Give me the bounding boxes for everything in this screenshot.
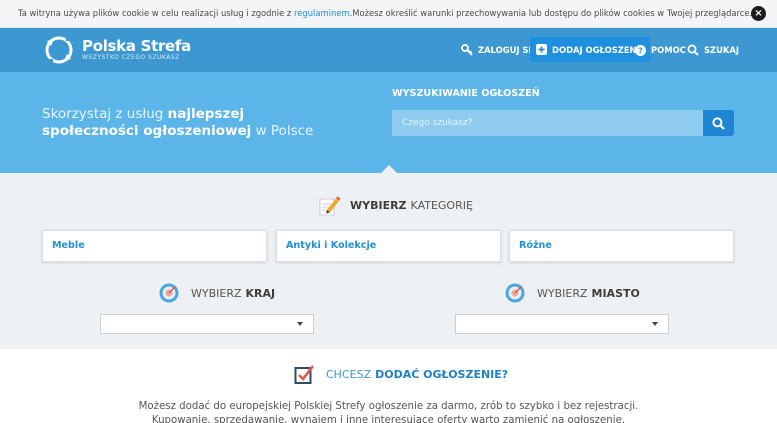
close-icon[interactable]: × xyxy=(751,6,766,21)
help-link[interactable]: ? POMOC xyxy=(635,28,686,72)
city-title: WYBIERZ MIASTO xyxy=(505,283,640,303)
hero-text-part-1: Skorzystaj z usług xyxy=(42,106,168,122)
search-title: WYSZUKIWANIE OGŁOSZEŃ xyxy=(392,88,540,99)
city-title-label: WYBIERZ xyxy=(537,286,588,300)
add-title-part-1: CHCESZ xyxy=(326,368,372,381)
hero-notch xyxy=(381,165,397,173)
search-icon xyxy=(712,116,725,130)
hero: Skorzystaj z usług najlepszej społecznoś… xyxy=(0,72,777,173)
search-input[interactable] xyxy=(392,110,703,136)
add-description-line-2: Kupowanie, sprzedawanie, wynajem i inne … xyxy=(151,415,626,423)
logo[interactable]: Polska Strefa WSZYSTKO CZEGO SZUKASZ xyxy=(42,33,192,67)
search-icon xyxy=(687,44,699,56)
add-title-bold: DODAĆ OGŁOSZENIE? xyxy=(375,368,509,381)
cookie-policy-link[interactable]: regulaminem xyxy=(294,8,350,18)
help-icon: ? xyxy=(635,44,646,56)
category-item-meble[interactable]: Meble xyxy=(42,230,267,262)
chevron-down-icon xyxy=(652,322,658,326)
add-description: Możesz dodać do europejskiej Polskiej St… xyxy=(0,400,777,423)
pencil-icon xyxy=(319,196,341,216)
search-label: SZUKAJ xyxy=(704,45,739,55)
cookie-text-before: Ta witryna używa plików cookie w celu re… xyxy=(18,8,294,18)
category-item-antyki[interactable]: Antyki i Kolekcje xyxy=(276,230,501,262)
location-icon xyxy=(159,283,179,303)
hero-text: Skorzystaj z usług najlepszej społecznoś… xyxy=(42,106,342,140)
country-title-label: WYBIERZ xyxy=(191,286,242,300)
country-title-bold: KRAJ xyxy=(245,286,276,300)
cookie-bar: Ta witryna używa plików cookie w celu re… xyxy=(0,0,777,28)
category-title-rest: KATEGORIĘ xyxy=(410,198,473,212)
key-icon xyxy=(461,44,473,56)
category-item-rozne[interactable]: Różne xyxy=(509,230,734,262)
header: Polska Strefa WSZYSTKO CZEGO SZUKASZ ZAL… xyxy=(0,28,777,72)
cookie-text-after: .Możesz określić warunki przechowywania … xyxy=(349,8,753,18)
add-listing-label: DODAJ OGŁOSZENIE xyxy=(552,44,646,55)
add-listing-title: CHCESZ DODAĆ OGŁOSZENIE? xyxy=(294,364,508,385)
add-description-line-1: Możesz dodać do europejskiej Polskiej St… xyxy=(138,401,639,412)
location-icon xyxy=(505,283,525,303)
category-title-bold: WYBIERZ xyxy=(350,198,407,212)
city-select[interactable] xyxy=(455,314,669,334)
plus-icon xyxy=(536,44,547,55)
chevron-down-icon xyxy=(297,322,303,326)
city-title-bold: MIASTO xyxy=(591,286,640,300)
login-label: ZALOGUJ SIĘ xyxy=(478,45,538,55)
svg-text:?: ? xyxy=(638,46,643,55)
category-title: WYBIERZ KATEGORIĘ xyxy=(319,194,473,216)
logo-tagline: WSZYSTKO CZEGO SZUKASZ xyxy=(82,54,180,61)
country-select[interactable] xyxy=(100,314,314,334)
logo-icon xyxy=(45,35,74,65)
country-title: WYBIERZ KRAJ xyxy=(159,283,275,303)
add-listing-button[interactable]: DODAJ OGŁOSZENIE xyxy=(530,37,651,62)
logo-name: Polska Strefa xyxy=(82,37,191,55)
hero-text-part-2: w Polsce xyxy=(251,123,314,139)
search-link[interactable]: SZUKAJ xyxy=(687,28,739,72)
checkbox-icon xyxy=(294,365,315,384)
search-button[interactable] xyxy=(703,110,734,136)
help-label: POMOC xyxy=(651,45,686,55)
login-link[interactable]: ZALOGUJ SIĘ xyxy=(461,28,537,72)
category-section: WYBIERZ KATEGORIĘ Meble Antyki i Kolekcj… xyxy=(0,173,777,349)
cookie-text: Ta witryna używa plików cookie w celu re… xyxy=(18,8,752,18)
